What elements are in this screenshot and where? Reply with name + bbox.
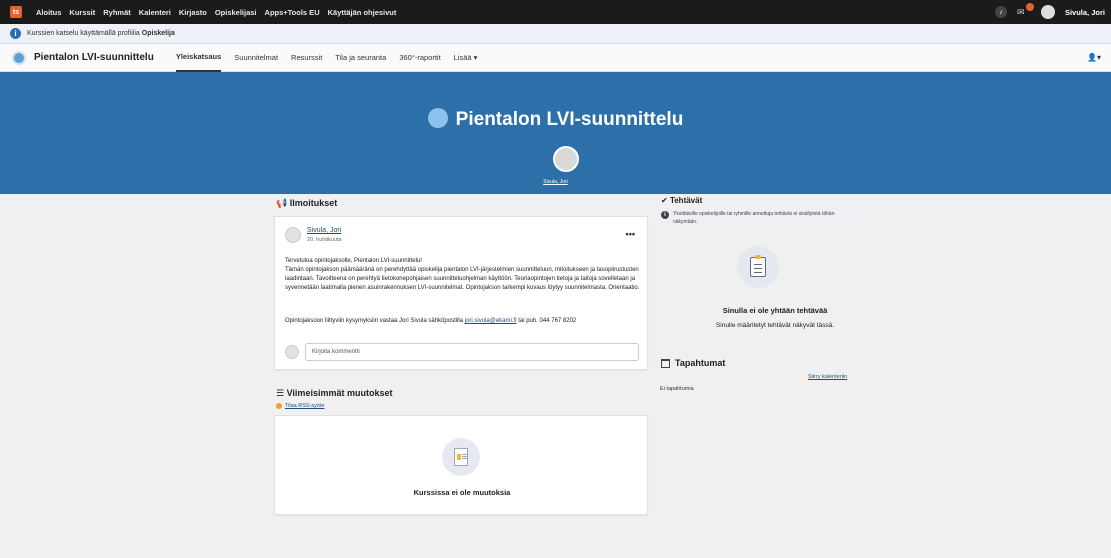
bell-icon[interactable]: ♪ (994, 6, 1007, 18)
events-title: Tapahtumat (661, 358, 725, 368)
user-avatar[interactable] (1040, 5, 1055, 19)
owner-name[interactable]: Sivula, Jori (0, 179, 1111, 185)
tab-yleiskatsaus[interactable]: Yleiskatsaus (175, 44, 222, 72)
clipboard-icon (737, 246, 779, 288)
tasks-info-note: i Yksittäisille opiskelijoille tai ryhmi… (657, 207, 865, 231)
announcement-card: Sivula, Jori 20. huhtikuuta ••• Tervetul… (274, 216, 648, 370)
info-icon: i (661, 211, 669, 219)
rss-icon (276, 403, 282, 409)
more-options-icon[interactable]: ••• (626, 229, 635, 239)
author-name[interactable]: Sivula, Jori (307, 227, 341, 234)
comment-input[interactable]: Kirjoita kommentti (305, 343, 639, 361)
announcement-contact: Opintojaksoon liittyviin kysymyksiin vas… (285, 318, 577, 324)
nav-item-ryhmat[interactable]: Ryhmät (103, 8, 131, 17)
tasks-subtext: Sinulle määritetyt tehtävät näkyvät täss… (715, 322, 835, 329)
nav-item-kurssit[interactable]: Kurssit (69, 8, 95, 17)
tab-resurssit[interactable]: Resurssit (291, 44, 322, 72)
tab-suunnitelmat[interactable]: Suunnitelmat (234, 44, 278, 72)
announcements-title: 📢 Ilmoitukset (276, 198, 338, 208)
commenter-avatar (285, 345, 299, 359)
megaphone-icon: 📢 (276, 198, 288, 208)
user-name[interactable]: Sivula, Jori (1065, 8, 1105, 17)
course-title[interactable]: Pientalon LVI-suunnittelu (34, 52, 154, 63)
tab-360-raportit[interactable]: 360°-raportit (399, 44, 440, 72)
profile-info-bar: i Kurssien katselu käyttämällä profiilia… (0, 24, 1111, 44)
announcement-greeting: Tervetuloa opintojaksolle, Pientalon LVI… (285, 258, 422, 264)
go-to-calendar-link[interactable]: Siirry kalenteriin (808, 374, 847, 380)
recent-changes-title: ☰ Viimeisimmät muutokset (276, 388, 393, 398)
nav-item-opiskelijasi[interactable]: Opiskelijasi (215, 8, 257, 17)
announcement-body: Tervetuloa opintojaksolle, Pientalon LVI… (285, 257, 645, 293)
profile-name: Opiskelija (141, 30, 175, 37)
calendar-icon (661, 358, 670, 368)
nav-item-aloitus[interactable]: Aloitus (36, 8, 61, 17)
nav-item-kirjasto[interactable]: Kirjasto (179, 8, 207, 17)
no-events-text: Ei tapahtumia (660, 386, 694, 392)
banner-title-row: Pientalon LVI-suunnittelu (0, 108, 1111, 131)
document-icon (442, 438, 480, 476)
banner-title: Pientalon LVI-suunnittelu (455, 109, 684, 130)
post-date: 20. huhtikuuta (307, 237, 342, 243)
list-icon: ☰ (276, 388, 285, 398)
recent-changes-card: Kurssissa ei ole muutoksia (274, 415, 648, 515)
announcement-text: Tämän opintojakson päämääränä on perehdy… (285, 267, 640, 291)
topnav-right: ♪ ✉ Sivula, Jori (994, 0, 1105, 24)
notification-badge (1025, 3, 1034, 11)
tasks-title: ✔ Tehtävät (661, 196, 703, 205)
course-banner-icon (427, 108, 448, 128)
owner-avatar[interactable] (553, 146, 579, 172)
course-navigation: Pientalon LVI-suunnittelu Yleiskatsaus S… (0, 44, 1111, 72)
tab-lisaa[interactable]: Lisää ▾ (454, 44, 478, 72)
app-logo[interactable]: ts (10, 6, 22, 18)
rss-link[interactable]: Tilaa RSS-syöte (276, 403, 325, 409)
no-changes-text: Kurssissa ei ole muutoksia (413, 488, 511, 497)
no-tasks-text: Sinulla ei ole yhtään tehtävää (722, 306, 828, 315)
nav-item-apps-tools[interactable]: Apps+Tools EU (265, 8, 320, 17)
nav-item-kalenteri[interactable]: Kalenteri (139, 8, 171, 17)
profile-info-text: Kurssien katselu käyttämällä profiilia O… (27, 30, 175, 37)
course-banner: Pientalon LVI-suunnittelu Sivula, Jori (0, 72, 1111, 194)
user-menu-icon[interactable]: 👤▾ (1087, 53, 1101, 62)
course-icon (12, 50, 26, 65)
checkmark-icon: ✔ (661, 196, 668, 205)
tab-tila-ja-seuranta[interactable]: Tila ja seuranta (335, 44, 386, 72)
messages-icon[interactable]: ✉ (1017, 3, 1034, 18)
author-avatar[interactable] (285, 227, 301, 243)
info-icon: i (10, 28, 21, 39)
top-navigation: ts Aloitus Kurssit Ryhmät Kalenteri Kirj… (0, 0, 1111, 24)
contact-email-link[interactable]: jori.sivula@ekami.fi (465, 318, 517, 324)
nav-item-ohjesivut[interactable]: Käyttäjän ohjesivut (328, 8, 397, 17)
